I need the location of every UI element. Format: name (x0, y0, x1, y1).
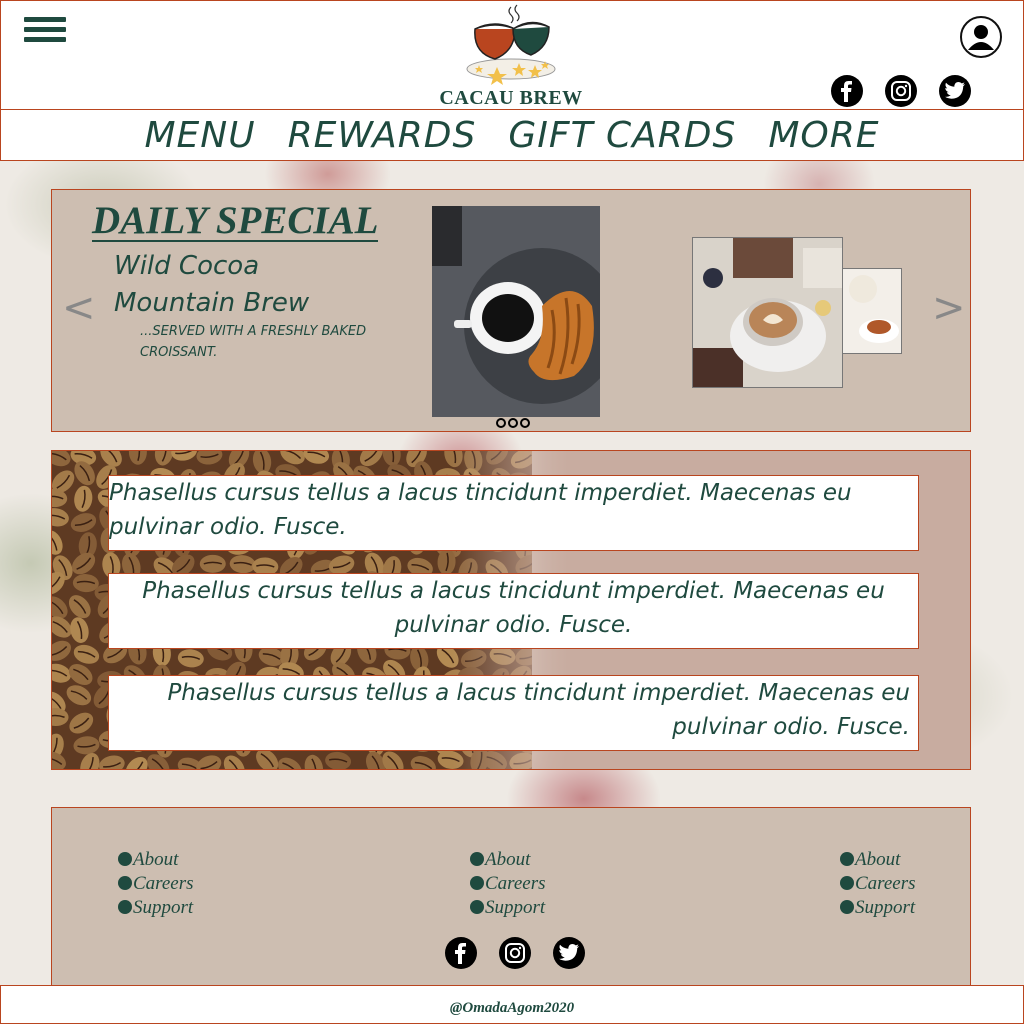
site-header: CACAU BREW (0, 0, 1024, 110)
footer-column-1: About Careers Support (118, 848, 194, 920)
content-paragraph-3: Phasellus cursus tellus a lacus tincidun… (108, 675, 919, 751)
content-paragraph-2: Phasellus cursus tellus a lacus tincidun… (108, 573, 919, 649)
twitter-icon[interactable] (553, 937, 585, 969)
footer-column-3: About Careers Support (840, 848, 916, 920)
twitter-icon[interactable] (939, 75, 971, 107)
content-panel: Phasellus cursus tellus a lacus tincidun… (51, 450, 971, 770)
footer-column-2: About Careers Support (470, 848, 546, 920)
footer-link-support[interactable]: Support (470, 896, 546, 920)
instagram-icon[interactable] (885, 75, 917, 107)
copyright-bar: @OmadaAgom2020 (0, 985, 1024, 1024)
footer-link-about[interactable]: About (470, 848, 546, 872)
nav-rewards[interactable]: REWARDS (288, 115, 477, 156)
footer-link-careers[interactable]: Careers (840, 872, 916, 896)
carousel-dot-2[interactable] (508, 418, 518, 428)
special-title: DAILY SPECIAL (92, 199, 379, 242)
carousel-dot-3[interactable] (520, 418, 530, 428)
footer-link-about[interactable]: About (840, 848, 916, 872)
brand-name: CACAU BREW (439, 87, 583, 109)
main-nav: MENU REWARDS GIFT CARDS MORE (0, 109, 1024, 161)
footer-link-about[interactable]: About (118, 848, 194, 872)
special-name-line2: Mountain Brew (114, 288, 310, 318)
tea-image (842, 268, 902, 354)
daily-special-carousel: DAILY SPECIAL Wild Cocoa Mountain Brew .… (51, 189, 971, 432)
carousel-prev-arrow[interactable]: < (62, 285, 96, 331)
facebook-icon[interactable] (831, 75, 863, 107)
footer-social-links (445, 937, 585, 969)
coffee-croissant-image (432, 206, 600, 417)
special-name: Wild Cocoa Mountain Brew (114, 248, 414, 322)
nav-menu[interactable]: MENU (144, 115, 255, 156)
content-paragraph-1: Phasellus cursus tellus a lacus tincidun… (108, 475, 919, 551)
site-footer: About Careers Support About Careers Supp… (51, 807, 971, 987)
brand-logo[interactable]: CACAU BREW (431, 1, 591, 109)
special-description: ...SERVED WITH A FRESHLY BAKED CROISSANT… (140, 324, 367, 360)
nav-more[interactable]: MORE (768, 115, 879, 156)
nav-gift-cards[interactable]: GIFT CARDS (508, 115, 736, 156)
footer-link-careers[interactable]: Careers (470, 872, 546, 896)
facebook-icon[interactable] (445, 937, 477, 969)
header-social-links (831, 75, 971, 107)
footer-link-careers[interactable]: Careers (118, 872, 194, 896)
footer-link-support[interactable]: Support (840, 896, 916, 920)
carousel-next-arrow[interactable]: > (932, 285, 966, 331)
carousel-dots (496, 418, 530, 428)
special-name-line1: Wild Cocoa (114, 251, 260, 281)
user-account-icon[interactable] (960, 16, 1002, 58)
footer-link-support[interactable]: Support (118, 896, 194, 920)
instagram-icon[interactable] (499, 937, 531, 969)
hamburger-menu-icon[interactable] (24, 17, 66, 45)
latte-dessert-image (692, 237, 843, 388)
coffee-cups-logo-icon (466, 4, 556, 85)
carousel-dot-1[interactable] (496, 418, 506, 428)
